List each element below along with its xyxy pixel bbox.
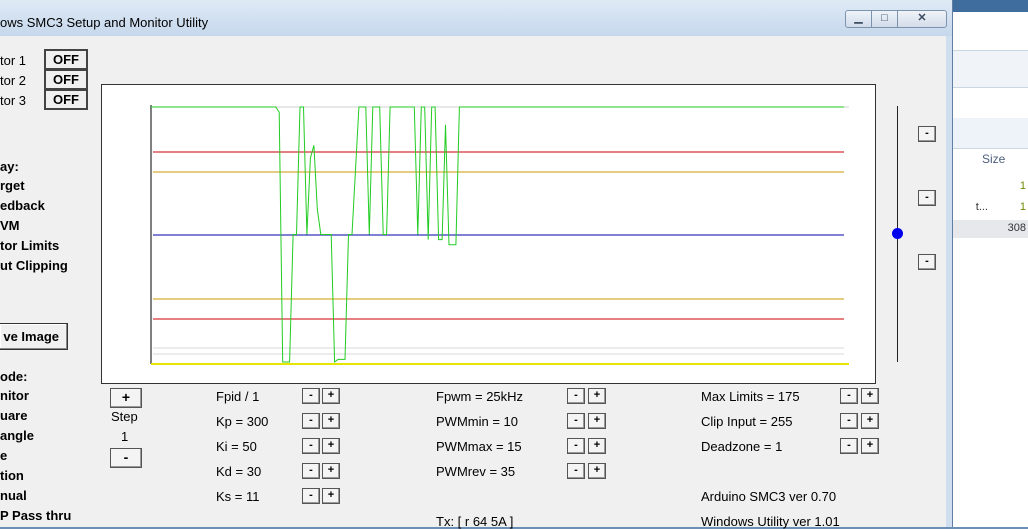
clip-input-minus-button[interactable]: - [840, 413, 858, 429]
background-window-toolbar [948, 50, 1028, 88]
list-item[interactable]: 308 [948, 220, 1028, 238]
fpid-label: Fpid / 1 [216, 389, 260, 404]
kp-minus-button[interactable]: - [302, 413, 320, 429]
scale-button-middle[interactable]: - [918, 190, 936, 206]
mode-triangle-option[interactable]: angle [0, 428, 34, 443]
title-bar[interactable]: ows SMC3 Setup and Monitor Utility ▁ □ ✕ [0, 0, 952, 36]
kd-label: Kd = 30 [216, 464, 262, 479]
display-pwm-option[interactable]: VM [0, 218, 20, 233]
mode-pass-thru-option[interactable]: P Pass thru [0, 508, 71, 523]
motor-1-label: tor 1 [0, 53, 27, 68]
monitor-chart [101, 84, 876, 384]
motor-2-label: tor 2 [0, 73, 27, 88]
mode-header: ode: [0, 369, 28, 384]
step-minus-button[interactable]: - [110, 448, 142, 468]
motor-2-toggle[interactable]: OFF [44, 69, 88, 90]
pwmrev-minus-button[interactable]: - [567, 463, 585, 479]
display-target-option[interactable]: rget [0, 178, 25, 193]
window-title: ows SMC3 Setup and Monitor Utility [0, 15, 209, 30]
pwmmin-label: PWMmin = 10 [436, 414, 518, 429]
chart-canvas [150, 105, 849, 365]
pwmmax-minus-button[interactable]: - [567, 438, 585, 454]
fpwm-plus-button[interactable]: + [588, 388, 606, 404]
arduino-version: Arduino SMC3 ver 0.70 [701, 489, 837, 504]
background-window-titlebar [948, 0, 1028, 12]
ki-label: Ki = 50 [216, 439, 257, 454]
scale-button-bottom[interactable]: - [918, 254, 936, 270]
list-item[interactable]: 1 [948, 178, 1028, 196]
display-motor-limits-option[interactable]: tor Limits [0, 238, 59, 253]
ks-label: Ks = 11 [216, 489, 260, 504]
mode-monitor-option[interactable]: nitor [0, 388, 29, 403]
minimize-button[interactable]: ▁ [845, 10, 872, 28]
pwmmax-plus-button[interactable]: + [588, 438, 606, 454]
motor-3-label: tor 3 [0, 93, 27, 108]
client-area: tor 1 OFF tor 2 OFF tor 3 OFF ay: rget e… [0, 36, 946, 529]
pwmrev-plus-button[interactable]: + [588, 463, 606, 479]
max-limits-label: Max Limits = 175 [701, 389, 800, 404]
kp-label: Kp = 300 [216, 414, 269, 429]
step-value: 1 [121, 429, 129, 444]
clip-input-plus-button[interactable]: + [861, 413, 879, 429]
pwmrev-label: PWMrev = 35 [436, 464, 516, 479]
close-button[interactable]: ✕ [897, 10, 947, 28]
mode-square-option[interactable]: uare [0, 408, 27, 423]
mode-manual-option[interactable]: nual [0, 488, 27, 503]
fpid-minus-button[interactable]: - [302, 388, 320, 404]
deadzone-label: Deadzone = 1 [701, 439, 783, 454]
ks-minus-button[interactable]: - [302, 488, 320, 504]
background-window: Size 1 t... 1 308 [948, 0, 1028, 527]
display-header: ay: [0, 159, 19, 174]
scale-slider[interactable] [892, 106, 903, 362]
step-plus-button[interactable]: + [110, 388, 142, 408]
size-column-header[interactable]: Size [982, 152, 1005, 166]
deadzone-plus-button[interactable]: + [861, 438, 879, 454]
step-label: Step [111, 409, 138, 424]
smc3-window: ows SMC3 Setup and Monitor Utility ▁ □ ✕… [0, 0, 953, 529]
mode-position-option[interactable]: tion [0, 468, 24, 483]
maximize-button[interactable]: □ [871, 10, 898, 28]
save-image-button[interactable]: ve Image [0, 323, 68, 350]
motor-1-toggle[interactable]: OFF [44, 49, 88, 70]
display-input-clipping-option[interactable]: ut Clipping [0, 258, 68, 273]
fpwm-label: Fpwm = 25kHz [436, 389, 524, 404]
ki-plus-button[interactable]: + [322, 438, 340, 454]
slider-knob[interactable] [892, 228, 903, 239]
deadzone-minus-button[interactable]: - [840, 438, 858, 454]
kd-minus-button[interactable]: - [302, 463, 320, 479]
display-feedback-option[interactable]: edback [0, 198, 45, 213]
max-limits-minus-button[interactable]: - [840, 388, 858, 404]
fpid-plus-button[interactable]: + [322, 388, 340, 404]
ks-plus-button[interactable]: + [322, 488, 340, 504]
background-window-header [948, 118, 1028, 149]
pwmmin-minus-button[interactable]: - [567, 413, 585, 429]
pwmmax-label: PWMmax = 15 [436, 439, 522, 454]
kd-plus-button[interactable]: + [322, 463, 340, 479]
pwmmin-plus-button[interactable]: + [588, 413, 606, 429]
list-item[interactable]: t... 1 [948, 199, 1028, 217]
kp-plus-button[interactable]: + [322, 413, 340, 429]
max-limits-plus-button[interactable]: + [861, 388, 879, 404]
ki-minus-button[interactable]: - [302, 438, 320, 454]
clip-input-label: Clip Input = 255 [701, 414, 793, 429]
scale-button-top[interactable]: - [918, 126, 936, 142]
fpwm-minus-button[interactable]: - [567, 388, 585, 404]
mode-sine-option[interactable]: e [0, 448, 7, 463]
motor-3-toggle[interactable]: OFF [44, 89, 88, 110]
